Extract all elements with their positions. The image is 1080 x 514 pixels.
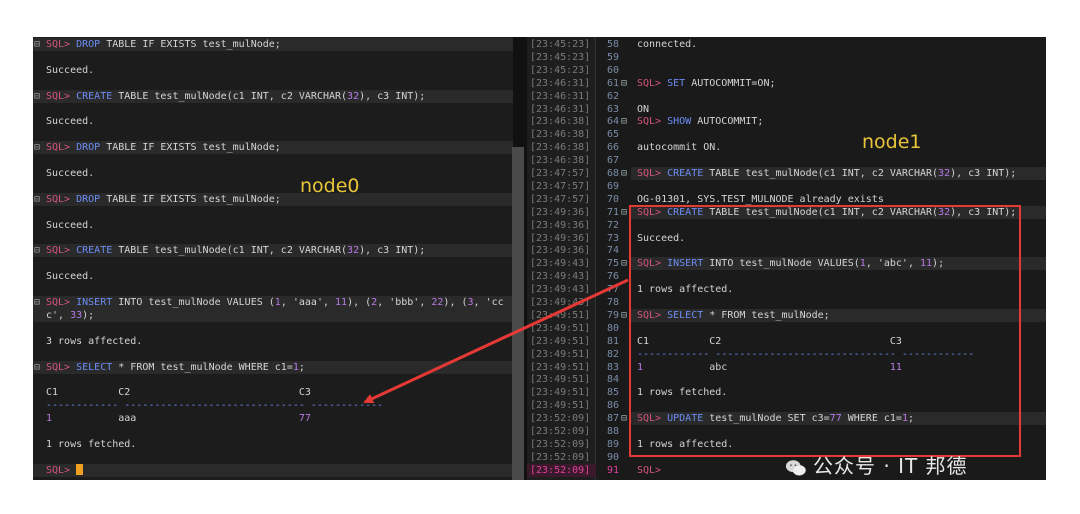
arrow-line [363, 278, 629, 404]
watermark-text: 公众号 · IT 邦德 [813, 454, 968, 478]
watermark: 公众号 · IT 邦德 [785, 450, 968, 479]
wechat-icon [785, 459, 806, 476]
annotation-arrow [363, 278, 629, 404]
